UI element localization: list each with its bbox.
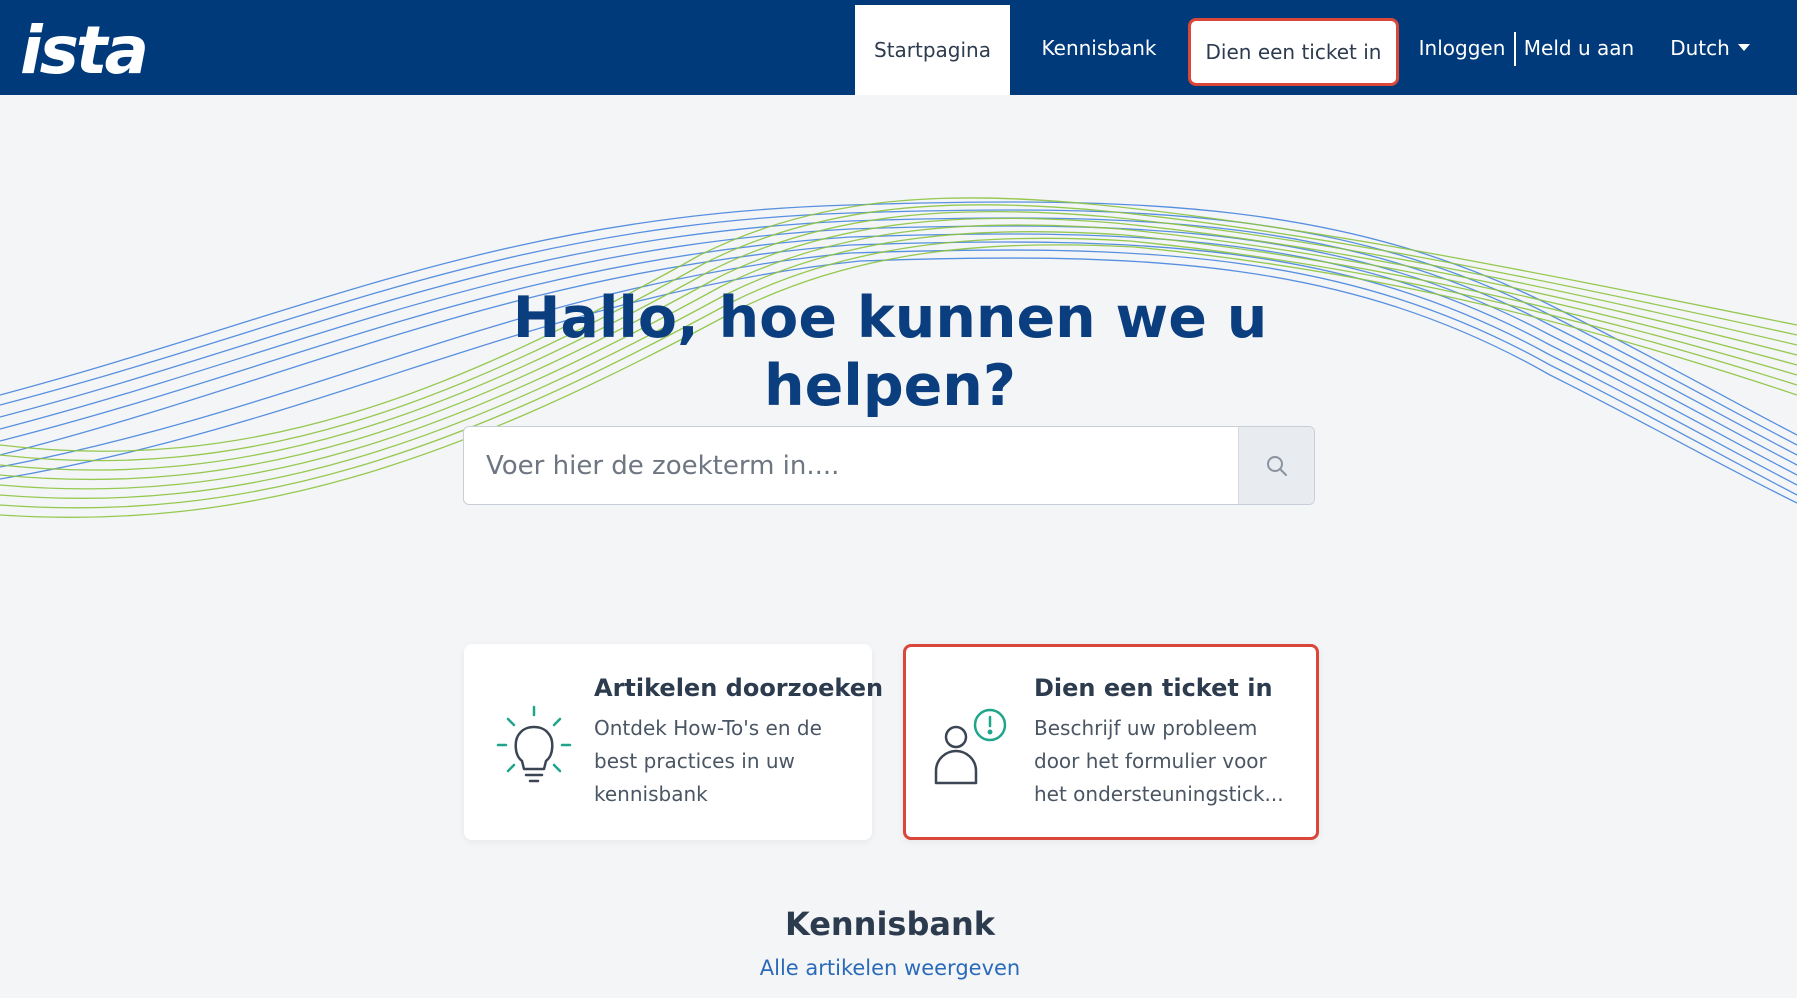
nav-login-label: Inloggen xyxy=(1418,35,1506,60)
ista-logo[interactable]: ista xyxy=(20,18,149,84)
nav-signup[interactable]: Meld u aan xyxy=(1520,0,1638,95)
caret-down-icon xyxy=(1737,44,1750,51)
card-description-line: door het formulier voor xyxy=(1034,749,1267,773)
search-box xyxy=(463,426,1315,505)
language-dropdown[interactable]: Dutch xyxy=(1660,0,1760,95)
nav-divider xyxy=(1514,32,1516,66)
card-description-line: het ondersteuningstick... xyxy=(1034,782,1284,806)
nav-submit-ticket[interactable]: Dien een ticket in xyxy=(1188,18,1399,86)
view-all-articles-link[interactable]: Alle artikelen weergeven xyxy=(0,956,1780,980)
nav-signup-label: Meld u aan xyxy=(1523,35,1635,60)
card-description: Ontdek How-To's en de best practices in … xyxy=(594,716,822,806)
card-description: Beschrijf uw probleem door het formulier… xyxy=(1034,712,1294,811)
user-alert-icon xyxy=(934,708,1007,785)
nav-home[interactable]: Startpagina xyxy=(855,5,1010,95)
nav-login[interactable]: Inloggen xyxy=(1414,0,1510,95)
card-description-line: Beschrijf uw probleem xyxy=(1034,716,1258,740)
nav-submit-ticket-label: Dien een ticket in xyxy=(1205,40,1382,64)
search-icon xyxy=(1266,455,1287,476)
nav-knowledge-base-label: Kennisbank xyxy=(1041,35,1157,60)
lightbulb-icon xyxy=(496,705,572,783)
page-title: Hallo, hoe kunnen we u helpen? xyxy=(512,285,1268,419)
search-input[interactable] xyxy=(464,427,1239,504)
language-label: Dutch xyxy=(1670,35,1730,60)
card-title: Artikelen doorzoeken xyxy=(594,674,884,702)
nav-home-label: Startpagina xyxy=(874,38,991,62)
card-submit-ticket[interactable]: Dien een ticket in Beschrijf uw probleem… xyxy=(903,644,1319,840)
search-button[interactable] xyxy=(1238,427,1314,504)
top-navbar: ista Startpagina Kennisbank Dien een tic… xyxy=(0,0,1797,95)
nav-knowledge-base[interactable]: Kennisbank xyxy=(1032,0,1166,95)
card-title: Dien een ticket in xyxy=(1034,674,1273,702)
knowledge-base-heading: Kennisbank xyxy=(784,905,996,943)
card-browse-articles[interactable]: Artikelen doorzoeken Ontdek How-To's en … xyxy=(464,644,883,840)
